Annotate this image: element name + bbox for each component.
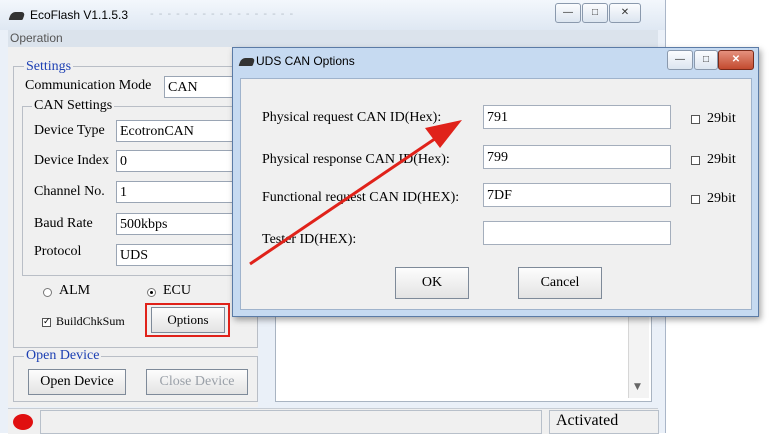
annotation-arrow-icon bbox=[249, 120, 462, 266]
